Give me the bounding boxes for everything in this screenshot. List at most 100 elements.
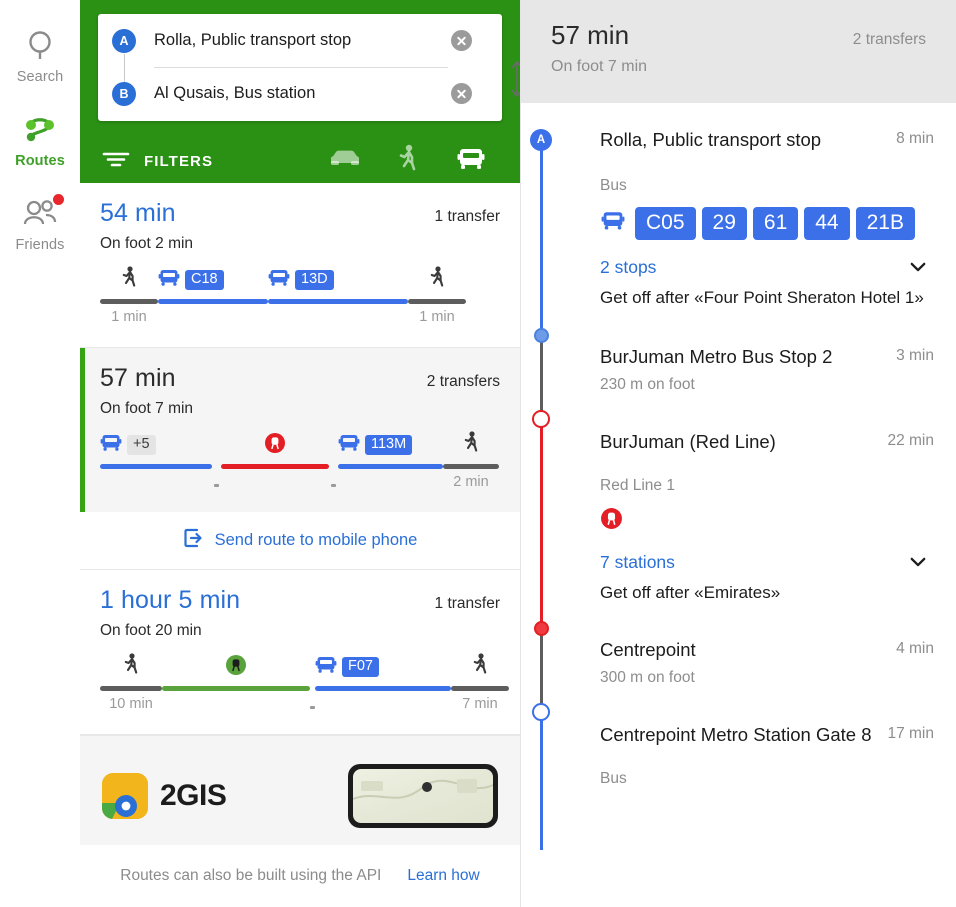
clear-destination-icon[interactable] (451, 83, 472, 104)
dot-red-filled-marker (533, 621, 549, 637)
route-badge: F07 (342, 656, 379, 678)
itinerary-step[interactable]: BurJuman (Red Line) 22 min Red Line 1 7 … (521, 402, 956, 636)
route-transfers: 1 transfer (434, 208, 500, 225)
route-badge[interactable]: 21B (855, 206, 915, 241)
step-marker (521, 613, 600, 713)
step-time: 8 min (896, 130, 934, 147)
step-marker (521, 320, 600, 421)
transfer-gap (212, 484, 221, 490)
tab-transit[interactable] (439, 131, 502, 191)
sidebar-item-label: Routes (15, 153, 65, 169)
stops-count-link[interactable]: 2 stops (600, 257, 656, 278)
leg-bus: +5 (100, 432, 212, 490)
step-title: Rolla, Public transport stop (600, 129, 822, 150)
bus-icon (268, 268, 290, 293)
leg-bus: C18 (158, 267, 268, 325)
step-mode-label: Bus (600, 176, 627, 194)
route-badge[interactable]: 61 (752, 206, 799, 241)
route-badge[interactable]: C05 (635, 206, 696, 241)
step-time: 17 min (887, 724, 934, 742)
leg-time: 10 min (109, 696, 153, 712)
itinerary-step[interactable]: Centrepoint Metro Station Gate 8 17 min … (521, 695, 956, 850)
filters-button[interactable]: FILTERS (98, 149, 313, 174)
send-to-phone-icon (183, 527, 205, 554)
origin-input[interactable] (154, 31, 448, 50)
route-badge: 113M (365, 434, 413, 456)
leg-walk: 1 min (408, 266, 466, 325)
route-card-selected[interactable]: 57 min 2 transfers On foot 7 min +5 113M… (80, 348, 520, 512)
send-route-to-phone-button[interactable]: Send route to mobile phone (80, 512, 520, 570)
route-duration: 1 hour 5 min (100, 586, 241, 614)
sidebar-item-label: Search (16, 69, 64, 85)
app-root: Search Routes Friends A Rolla, Public tr… (0, 0, 956, 907)
stations-count-link[interactable]: 7 stations (600, 552, 675, 573)
pin-b-marker: B (112, 81, 136, 106)
transport-mode-tabs (313, 131, 502, 191)
tab-walk[interactable] (376, 131, 439, 191)
leg-walk: 7 min (451, 653, 509, 712)
route-details-header: 57 min 2 transfers On foot 7 min (521, 0, 956, 103)
footer-text: Routes can also be built using the API (120, 867, 382, 884)
phone-mockup-icon (348, 763, 498, 828)
itinerary-step[interactable]: BurJuman Metro Bus Stop 2 3 min 230 m on… (521, 320, 956, 421)
step-title: BurJuman (Red Line) (600, 431, 776, 453)
route-on-foot: On foot 7 min (100, 400, 194, 417)
step-distance: 230 m on foot (600, 376, 695, 394)
learn-how-link[interactable]: Learn how (407, 867, 479, 885)
route-legs: 10 min F07 7 min (100, 653, 509, 712)
routes-icon (23, 111, 57, 149)
sidebar-item-label: Friends (15, 237, 65, 253)
bus-icon (338, 433, 360, 458)
pedestrian-icon (429, 266, 446, 294)
step-time: 3 min (896, 347, 934, 365)
search-header: A B (80, 0, 520, 191)
expand-stations-row[interactable]: 7 stations (600, 552, 934, 573)
app-promo-banner[interactable]: 2GIS (80, 735, 520, 855)
pedestrian-icon (472, 653, 489, 681)
details-on-foot: On foot 7 min (551, 58, 648, 75)
leg-time: 1 min (111, 309, 147, 325)
promo-app-name: 2GIS (160, 778, 227, 812)
routes-panel: A B (80, 0, 520, 907)
route-badge[interactable]: 29 (701, 206, 747, 241)
step-route-badges: C05 29 61 44 21B (600, 206, 934, 241)
route-legs: 1 min C18 13D 1 min (100, 266, 500, 325)
pedestrian-icon (123, 653, 140, 681)
swap-endpoints-icon[interactable] (506, 57, 520, 98)
route-details-panel: 57 min 2 transfers On foot 7 min A Rolla… (520, 0, 956, 907)
step-time: 22 min (887, 432, 934, 450)
route-card[interactable]: 54 min 1 transfer On foot 2 min 1 min C1… (80, 183, 520, 348)
sidebar-item-routes[interactable]: Routes (0, 98, 80, 182)
destination-input[interactable] (154, 84, 448, 103)
leg-walk: 1 min (100, 266, 158, 325)
2gis-logo-icon (102, 772, 148, 819)
leg-bus: 13D (268, 267, 408, 325)
leg-metro-red (221, 432, 329, 490)
itinerary-step[interactable]: Centrepoint 4 min 300 m on foot (521, 613, 956, 713)
metro-red-icon (600, 508, 623, 534)
itinerary-step[interactable]: A Rolla, Public transport stop 8 min Bus… (521, 125, 956, 335)
get-off-text: Get off after «Four Point Sheraton Hotel… (600, 288, 924, 308)
leg-metro-green (162, 654, 310, 712)
metro-line-icon-row (600, 507, 934, 535)
route-legs: +5 113M 2 min (100, 431, 500, 490)
sidebar-item-friends[interactable]: Friends (0, 182, 80, 266)
route-results-list[interactable]: 54 min 1 transfer On foot 2 min 1 min C1… (80, 183, 520, 907)
destination-row: B (98, 67, 448, 120)
chevron-down-icon[interactable] (910, 554, 926, 572)
sidebar-item-search[interactable]: Search (0, 14, 80, 98)
tab-car[interactable] (313, 131, 376, 191)
details-transfers: 2 transfers (852, 31, 926, 48)
step-title: Centrepoint Metro Station Gate 8 (600, 723, 872, 745)
clear-origin-icon[interactable] (451, 30, 472, 51)
chevron-down-icon[interactable] (910, 259, 926, 277)
expand-stops-row[interactable]: 2 stops (600, 257, 934, 278)
car-icon (328, 147, 362, 176)
bus-icon (100, 433, 122, 458)
bus-icon (315, 655, 337, 680)
step-marker (521, 402, 600, 636)
route-card[interactable]: 1 hour 5 min 1 transfer On foot 20 min 1… (80, 570, 520, 735)
send-route-label: Send route to mobile phone (214, 531, 418, 549)
filter-icon (102, 149, 130, 174)
route-badge[interactable]: 44 (804, 206, 850, 241)
